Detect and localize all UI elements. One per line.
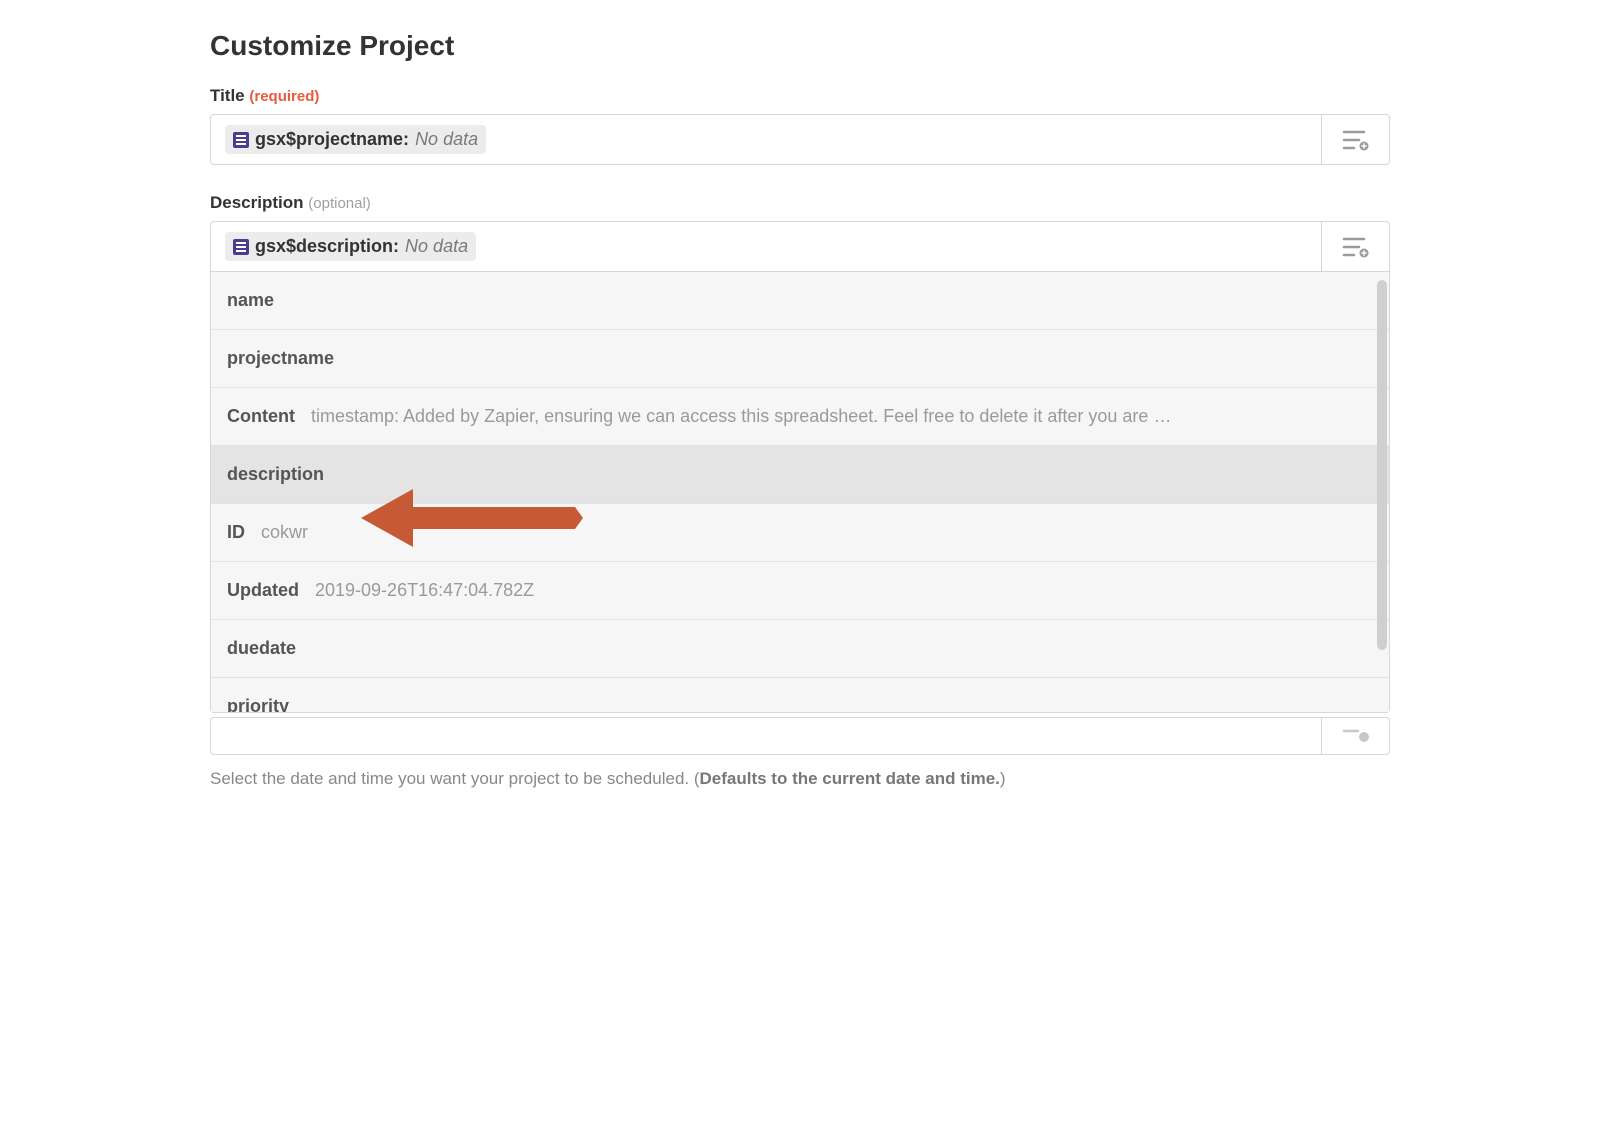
option-key: ID [227, 522, 245, 543]
description-label-text: Description [210, 193, 304, 212]
option-key: priority [227, 696, 289, 708]
page-heading: Customize Project [210, 30, 1390, 62]
option-duedate[interactable]: duedate [211, 620, 1389, 678]
option-name[interactable]: name [211, 272, 1389, 330]
option-priority[interactable]: priority [211, 678, 1389, 712]
option-key: duedate [227, 638, 296, 659]
spreadsheet-icon [233, 132, 249, 148]
dropdown-scrollbar[interactable] [1377, 280, 1387, 650]
schedule-input-row[interactable] [210, 717, 1390, 755]
help-bold: Defaults to the current date and time. [700, 769, 1000, 788]
option-key: name [227, 290, 274, 311]
option-key: projectname [227, 348, 334, 369]
title-label-text: Title [210, 86, 245, 105]
title-input-row[interactable]: gsx$projectname: No data [210, 114, 1390, 165]
option-key: Content [227, 406, 295, 427]
description-pill[interactable]: gsx$description: No data [225, 232, 476, 261]
title-input[interactable]: gsx$projectname: No data [211, 115, 1321, 164]
option-id[interactable]: ID cokwr [211, 504, 1389, 562]
insert-list-collapsed-icon [1342, 729, 1370, 743]
help-suffix: ) [1000, 769, 1006, 788]
option-content[interactable]: Content timestamp: Added by Zapier, ensu… [211, 388, 1389, 446]
option-updated[interactable]: Updated 2019-09-26T16:47:04.782Z [211, 562, 1389, 620]
option-key: description [227, 464, 324, 485]
description-input[interactable]: gsx$description: No data [211, 222, 1321, 271]
title-pill-name: gsx$projectname: [255, 129, 409, 150]
option-value: 2019-09-26T16:47:04.782Z [315, 580, 534, 601]
insert-list-icon [1342, 129, 1370, 151]
option-value: timestamp: Added by Zapier, ensuring we … [311, 406, 1171, 427]
description-insert-field-button[interactable] [1321, 222, 1389, 271]
schedule-help-text: Select the date and time you want your p… [210, 769, 1390, 789]
title-pill-value: No data [415, 129, 478, 150]
option-description[interactable]: description [211, 446, 1389, 504]
title-required-tag: (required) [249, 88, 319, 105]
spreadsheet-icon [233, 239, 249, 255]
insert-list-icon [1342, 236, 1370, 258]
description-dropdown: gsx$description: No data name [210, 221, 1390, 713]
description-optional-tag: (optional) [308, 195, 371, 212]
help-prefix: Select the date and time you want your p… [210, 769, 700, 788]
description-pill-name: gsx$description: [255, 236, 399, 257]
field-options-list: name projectname Content timestamp: Adde… [211, 272, 1389, 712]
schedule-input[interactable] [211, 718, 1321, 754]
title-pill[interactable]: gsx$projectname: No data [225, 125, 486, 154]
description-pill-value: No data [405, 236, 468, 257]
description-input-row[interactable]: gsx$description: No data [211, 222, 1389, 272]
schedule-dropdown-button[interactable] [1321, 718, 1389, 754]
option-key: Updated [227, 580, 299, 601]
option-value: cokwr [261, 522, 308, 543]
description-label: Description (optional) [210, 193, 1390, 213]
option-projectname[interactable]: projectname [211, 330, 1389, 388]
title-insert-field-button[interactable] [1321, 115, 1389, 164]
title-label: Title (required) [210, 86, 1390, 106]
